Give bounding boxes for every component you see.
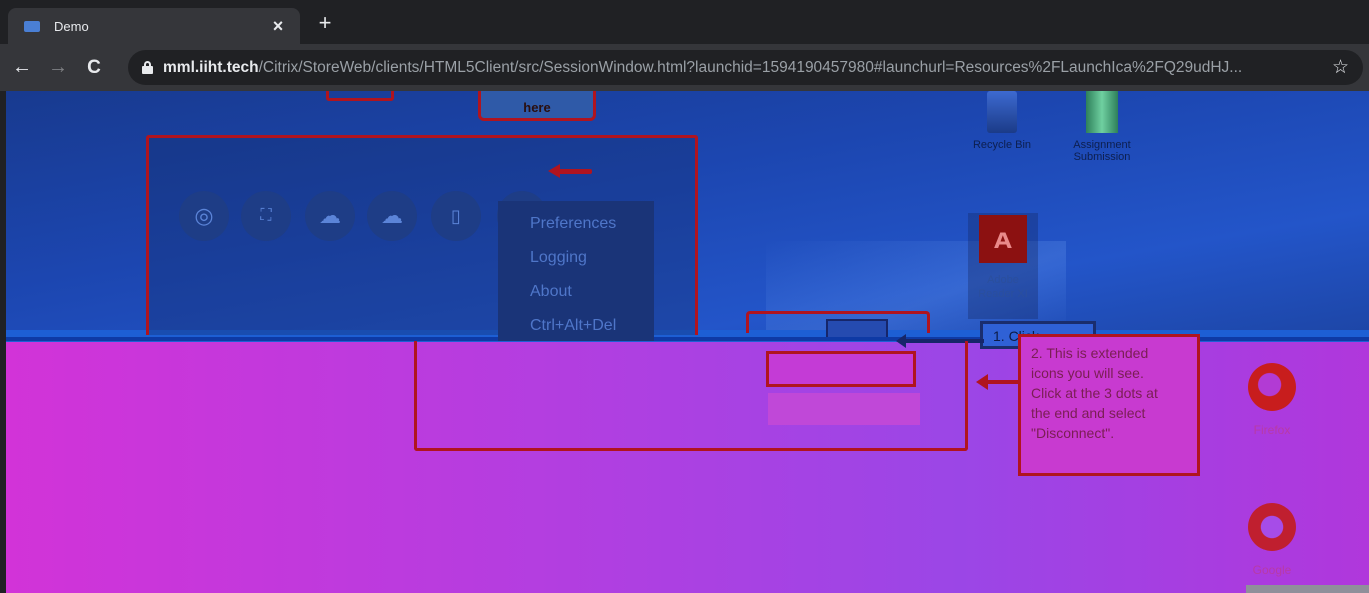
menu-item-logging: Logging	[530, 249, 587, 266]
clipboard-icon: ▯	[431, 191, 481, 241]
disconnect-highlight	[766, 351, 916, 387]
desktop-icon-assignment[interactable]: Assignment Submission	[1054, 91, 1150, 163]
reload-button[interactable]: C	[76, 50, 112, 86]
annotation-arrow	[976, 374, 1020, 390]
annotation-line	[890, 91, 964, 93]
corner-tile	[1246, 585, 1369, 593]
address-bar[interactable]: mml.iiht.tech/Citrix/StoreWeb/clients/HT…	[128, 50, 1363, 85]
annotation-line	[736, 91, 802, 93]
firefox-icon	[1248, 363, 1296, 411]
desktop-icon-recycle-bin[interactable]: Recycle Bin	[966, 91, 1038, 151]
menu-item-preferences: Preferences	[530, 215, 617, 232]
recycle-bin-icon	[987, 91, 1017, 133]
tab-demo[interactable]: Demo ×	[8, 8, 300, 44]
annotation-arrow	[548, 164, 592, 178]
menu-item-highlight	[768, 393, 920, 425]
citrix-favicon-icon	[24, 20, 40, 32]
desktop-icon-adobe-reader[interactable]: ᴀ Adobe Reader XI	[968, 213, 1038, 319]
annotation-box	[326, 91, 394, 101]
menu-item-ctrl-alt-del: Ctrl+Alt+Del	[530, 317, 617, 334]
url-host: mml.iiht.tech	[163, 58, 259, 76]
cloud-upload-icon: ☁	[367, 191, 417, 241]
back-button[interactable]: ←	[4, 50, 40, 86]
citrix-home-icon: ◎	[179, 191, 229, 241]
desktop-icon-firefox[interactable]: Firefox	[1242, 363, 1302, 437]
bookmark-star-icon[interactable]: ☆	[1332, 56, 1349, 79]
folder-icon	[1086, 91, 1118, 133]
url-text[interactable]: mml.iiht.tech/Citrix/StoreWeb/clients/HT…	[163, 59, 1320, 77]
session-window[interactable]: here ◎ ⛶ ☁ ☁ ▯ ··· Preferences Logging A…	[6, 91, 1369, 593]
click-here-label: here	[523, 100, 551, 115]
close-icon[interactable]: ×	[268, 16, 288, 37]
browser-toolbar: ← → C mml.iiht.tech/Citrix/StoreWeb/clie…	[0, 44, 1369, 91]
forward-button[interactable]: →	[40, 50, 76, 86]
click-here-callout: here	[478, 91, 596, 121]
desktop-icon-chrome[interactable]: Google	[1242, 503, 1302, 577]
tab-strip: Demo × +	[0, 0, 1369, 44]
adobe-reader-icon: ᴀ	[979, 215, 1027, 263]
citrix-more-menu: Preferences Logging About Ctrl+Alt+Del	[498, 201, 654, 341]
instruction-note: 2. This is extended icons you will see. …	[1018, 334, 1200, 476]
new-tab-button[interactable]: +	[312, 10, 338, 36]
lock-icon[interactable]	[142, 61, 153, 74]
tab-title: Demo	[54, 18, 89, 34]
url-path: /Citrix/StoreWeb/clients/HTML5Client/src…	[258, 58, 1243, 76]
menu-item-about: About	[530, 283, 572, 300]
fullscreen-icon: ⛶	[241, 191, 291, 241]
cloud-download-icon: ☁	[305, 191, 355, 241]
chrome-icon	[1248, 503, 1296, 551]
